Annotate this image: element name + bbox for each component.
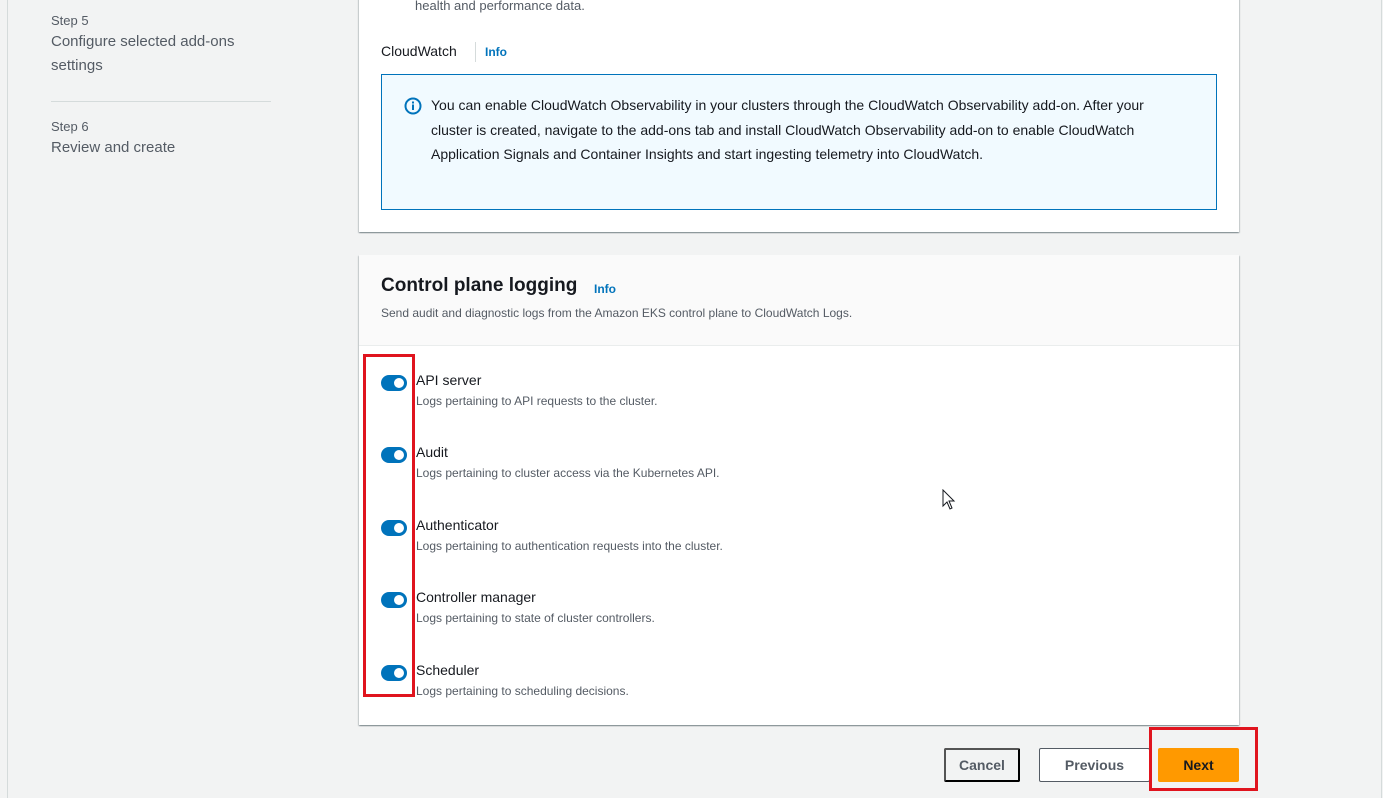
step-number: Step 6 [51,119,89,134]
observability-description-tail: health and performance data. [415,0,585,13]
log-item-label: Scheduler [416,662,480,678]
step-number: Step 5 [51,13,89,28]
cloudwatch-info-alert: You can enable CloudWatch Observability … [381,74,1217,210]
log-item-api-server: API server Logs pertaining to API reques… [379,372,1179,416]
log-item-description: Logs pertaining to scheduling decisions. [416,684,629,698]
logging-description: Send audit and diagnostic logs from the … [381,306,853,320]
toggles-highlight-box [363,354,415,697]
logging-title: Control plane logging [381,275,578,296]
wizard-step-6[interactable]: Step 6 Review and create [51,119,271,160]
step-divider [51,101,271,102]
control-plane-logging-panel: Control plane logging Info Send audit an… [359,255,1239,725]
log-item-controller-manager: Controller manager Logs pertaining to st… [379,589,1179,633]
next-highlight-box [1149,727,1258,791]
page-left-border [7,0,8,798]
log-item-scheduler: Scheduler Logs pertaining to scheduling … [379,662,1179,706]
log-item-description: Logs pertaining to API requests to the c… [416,394,658,408]
alert-message: You can enable CloudWatch Observability … [431,97,1144,162]
cloudwatch-info-link[interactable]: Info [485,45,507,59]
cloudwatch-label: CloudWatch [381,43,457,59]
log-item-description: Logs pertaining to authentication reques… [416,539,723,553]
step-title: Review and create [51,139,176,156]
cancel-button[interactable]: Cancel [944,748,1020,782]
info-circle-icon [404,97,422,115]
step-title: Configure selected add-ons settings [51,33,235,74]
logging-info-link[interactable]: Info [594,282,616,296]
mouse-cursor-icon [942,488,956,511]
log-item-audit: Audit Logs pertaining to cluster access … [379,444,1179,488]
page-right-border [1381,0,1382,798]
observability-panel: health and performance data. CloudWatch … [359,0,1239,232]
log-item-description: Logs pertaining to state of cluster cont… [416,611,655,625]
log-item-label: Controller manager [416,589,536,605]
log-item-authenticator: Authenticator Logs pertaining to authent… [379,517,1179,561]
log-item-label: Audit [416,444,448,460]
previous-button[interactable]: Previous [1039,748,1150,782]
log-item-label: API server [416,372,482,388]
wizard-step-5[interactable]: Step 5 Configure selected add-ons settin… [51,13,271,78]
log-item-description: Logs pertaining to cluster access via th… [416,466,720,480]
label-separator [475,42,476,62]
log-item-label: Authenticator [416,517,499,533]
logging-header: Control plane logging Info Send audit an… [359,255,1239,346]
